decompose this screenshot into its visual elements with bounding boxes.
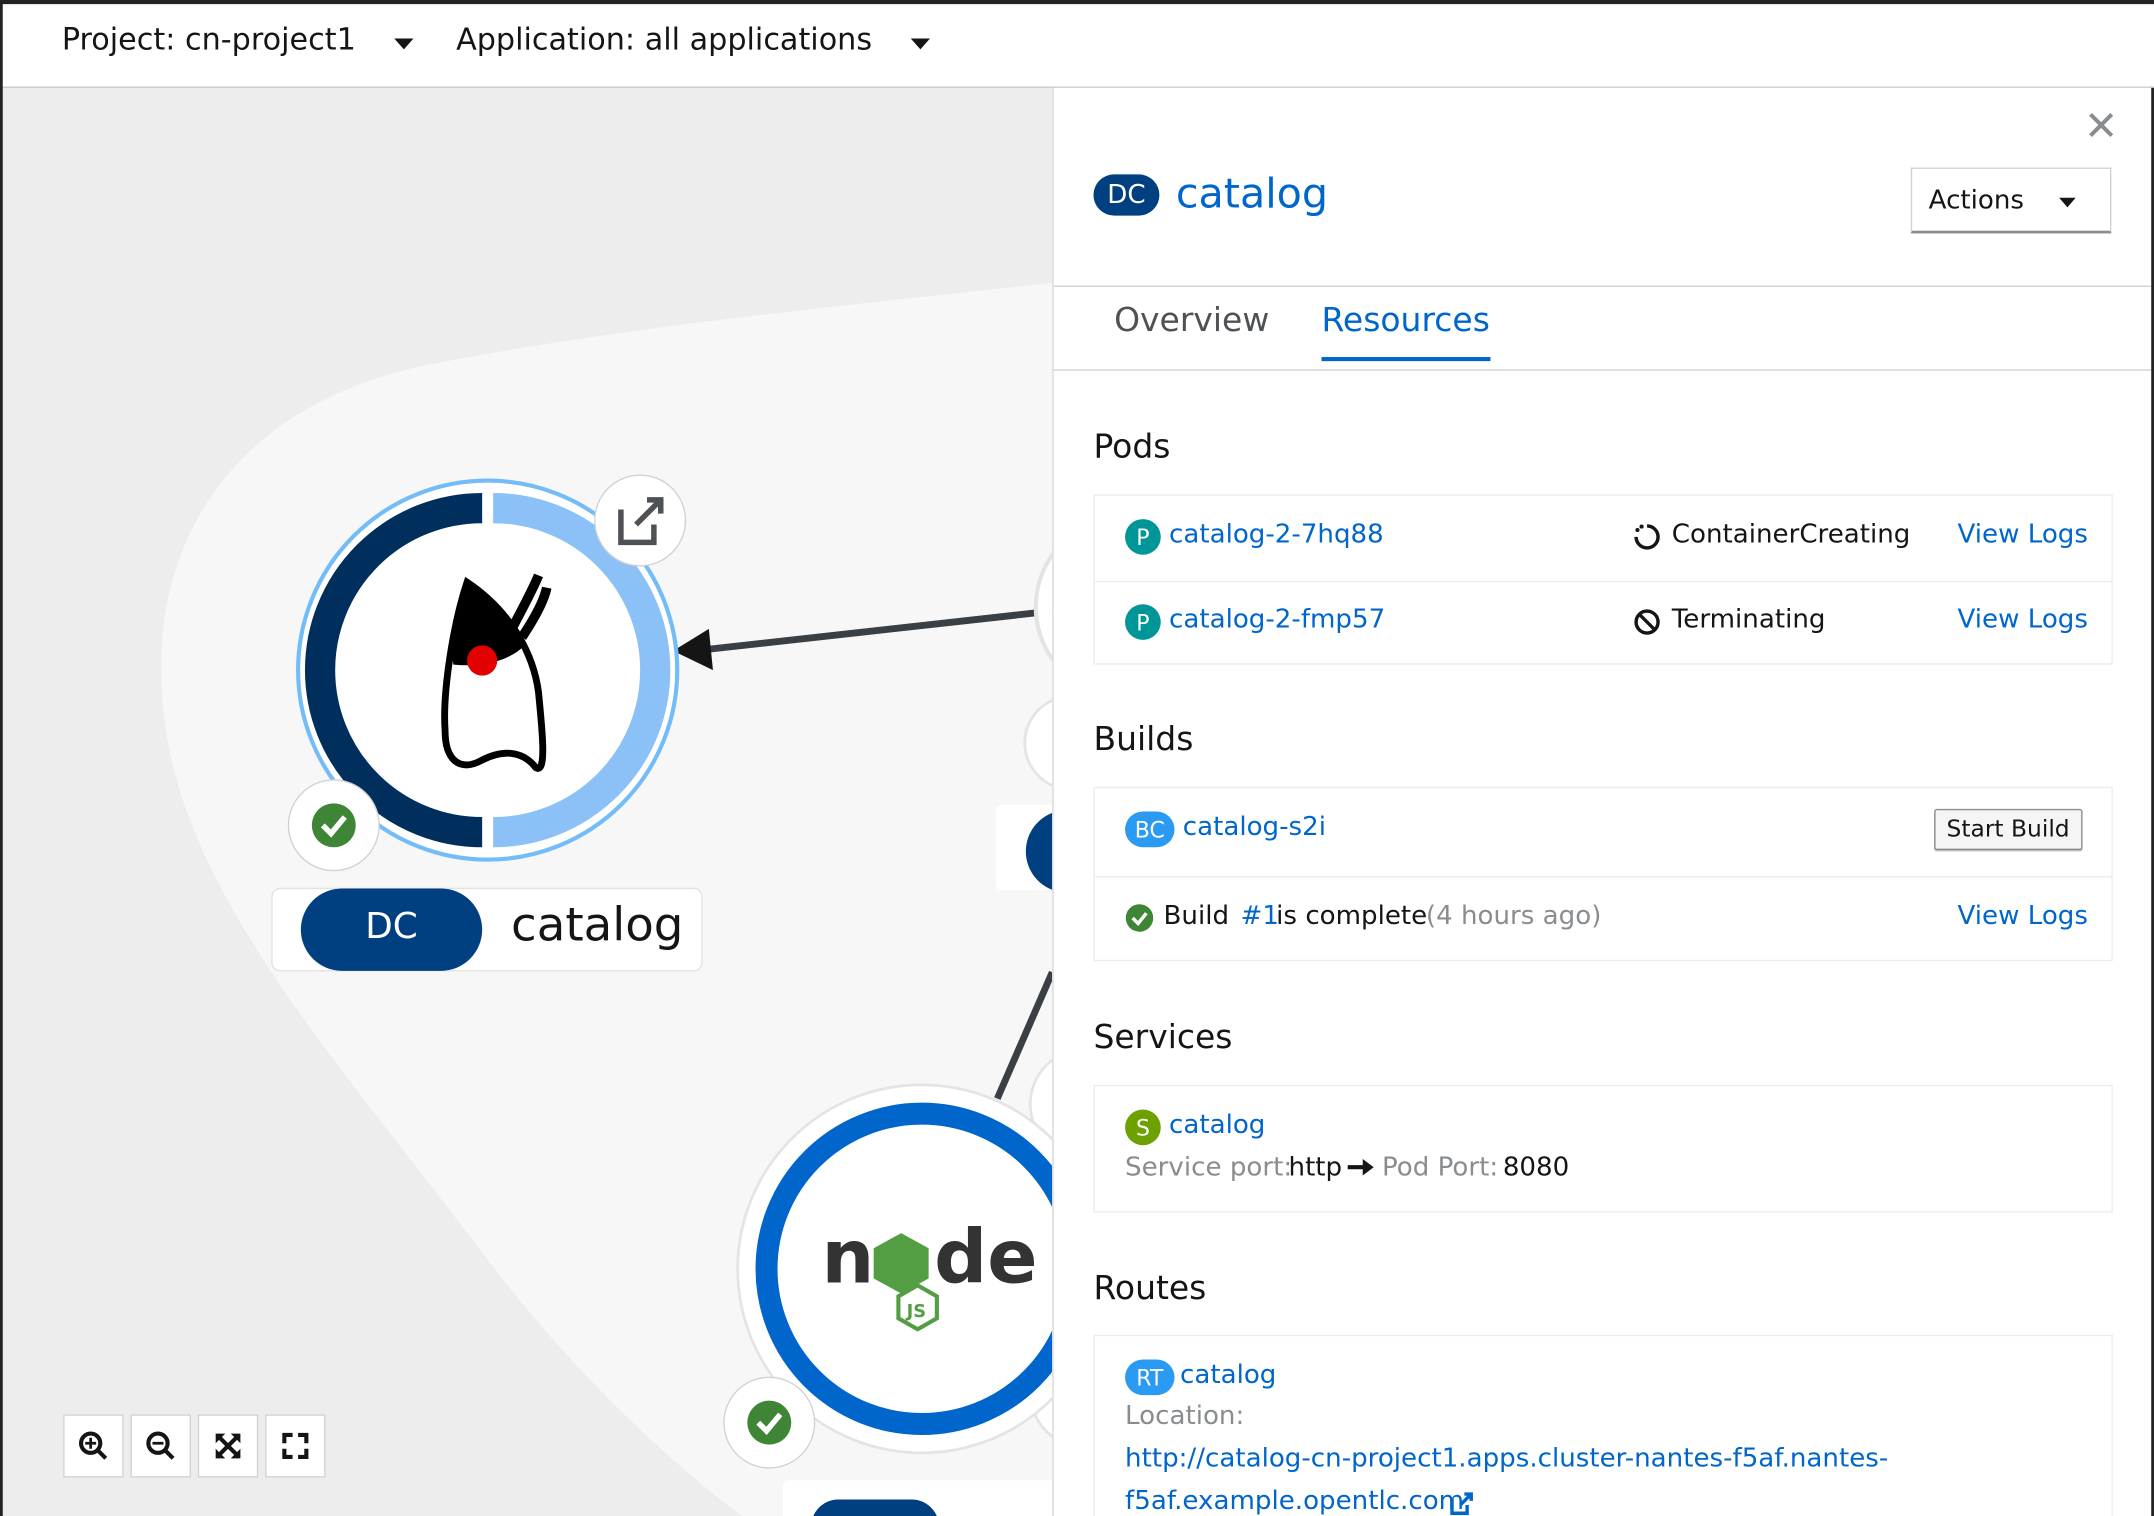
pods-list: P catalog-2-7hq88 ContainerCreating View… bbox=[1093, 494, 2113, 666]
svg-text:de: de bbox=[934, 1215, 1037, 1301]
pod-row: P catalog-2-fmp57 Terminating View Logs bbox=[1094, 580, 2112, 666]
build-config-link[interactable]: catalog-s2i bbox=[1183, 812, 1326, 842]
build-status: is complete bbox=[1276, 900, 1428, 932]
routes-heading: Routes bbox=[1093, 1268, 1207, 1308]
routes-list: RT catalog Location: http://catalog-cn-p… bbox=[1093, 1334, 2113, 1516]
zoom-in-button[interactable] bbox=[63, 1414, 124, 1478]
topology-canvas[interactable]: n de JS DC catalog bbox=[0, 87, 1053, 1516]
route-url-line2[interactable]: f5af.example.opentlc.com bbox=[1125, 1486, 1464, 1516]
arrow-right-icon bbox=[1347, 1158, 1374, 1176]
window-border bbox=[0, 0, 3, 1516]
pod-port-value: 8080 bbox=[1502, 1152, 1570, 1183]
actions-dropdown[interactable]: Actions bbox=[1910, 167, 2112, 234]
service-port-value: http bbox=[1288, 1152, 1343, 1183]
resource-title-link[interactable]: catalog bbox=[1176, 170, 1328, 218]
project-selector[interactable]: Project: cn-project1 bbox=[61, 23, 414, 58]
panel-tabs: Overview Resources bbox=[1053, 285, 2152, 371]
bc-badge: BC bbox=[1125, 811, 1175, 848]
success-check-icon bbox=[311, 803, 356, 848]
external-link-icon bbox=[1450, 1492, 1473, 1515]
svg-text:n: n bbox=[821, 1215, 875, 1301]
services-heading: Services bbox=[1093, 1017, 1233, 1056]
pods-heading: Pods bbox=[1093, 427, 1171, 466]
resource-side-panel: ✕ DC catalog Actions Overview Resources … bbox=[1052, 87, 2152, 1516]
in-progress-icon bbox=[1634, 524, 1660, 550]
tab-resources[interactable]: Resources bbox=[1321, 301, 1490, 362]
actions-label: Actions bbox=[1928, 184, 2025, 215]
fit-to-screen-button[interactable] bbox=[197, 1414, 259, 1478]
pod-link[interactable]: catalog-2-7hq88 bbox=[1169, 519, 1384, 549]
route-badge: RT bbox=[1125, 1359, 1175, 1396]
view-logs-link[interactable]: View Logs bbox=[1958, 901, 2088, 931]
expand-arrows-icon bbox=[215, 1433, 241, 1459]
chevron-down-icon bbox=[910, 37, 930, 49]
pod-link[interactable]: catalog-2-fmp57 bbox=[1169, 604, 1385, 634]
pod-status: ContainerCreating bbox=[1671, 519, 1911, 550]
panel-title: DC catalog bbox=[1093, 170, 1328, 218]
pod-badge: P bbox=[1125, 604, 1161, 640]
build-config-row: BC catalog-s2i Start Build bbox=[1095, 788, 2112, 876]
build-time: (4 hours ago) bbox=[1425, 900, 1602, 932]
view-logs-link[interactable]: View Logs bbox=[1958, 519, 2088, 549]
location-label: Location: bbox=[1125, 1400, 1245, 1431]
svg-text:JS: JS bbox=[906, 1301, 927, 1322]
application-selector-label: Application: all applications bbox=[456, 23, 873, 58]
close-icon[interactable]: ✕ bbox=[2084, 106, 2119, 148]
build-label: Build bbox=[1163, 900, 1230, 932]
service-badge: S bbox=[1125, 1109, 1161, 1146]
ban-icon bbox=[1634, 609, 1660, 635]
tab-overview[interactable]: Overview bbox=[1114, 301, 1269, 357]
success-check-icon bbox=[1125, 904, 1154, 932]
service-link[interactable]: catalog bbox=[1169, 1110, 1265, 1140]
application-selector[interactable]: Application: all applications bbox=[456, 23, 930, 58]
start-build-button[interactable]: Start Build bbox=[1934, 808, 2082, 851]
build-number-link[interactable]: #1 bbox=[1240, 901, 1278, 931]
zoom-in-icon bbox=[78, 1431, 108, 1460]
context-bar: Project: cn-project1 Application: all ap… bbox=[0, 0, 2154, 88]
builds-heading: Builds bbox=[1093, 719, 1194, 759]
zoom-out-button[interactable] bbox=[130, 1414, 191, 1478]
service-port-label: Service port: bbox=[1125, 1152, 1293, 1183]
view-logs-link[interactable]: View Logs bbox=[1958, 604, 2088, 634]
route-link[interactable]: catalog bbox=[1180, 1359, 1276, 1389]
route-url-line1[interactable]: http://catalog-cn-project1.apps.cluster-… bbox=[1125, 1443, 1888, 1473]
dc-badge: DC bbox=[1093, 173, 1160, 215]
builds-list: BC catalog-s2i Start Build Build #1 is c… bbox=[1093, 786, 2113, 963]
build-row: Build #1 is complete (4 hours ago) View … bbox=[1094, 876, 2112, 963]
zoom-toolbar bbox=[63, 1414, 326, 1478]
success-check-icon-2 bbox=[747, 1400, 792, 1445]
pod-row: P catalog-2-7hq88 ContainerCreating View… bbox=[1095, 496, 2112, 581]
catalog-node-badge: DC bbox=[365, 906, 418, 948]
chevron-down-icon bbox=[394, 37, 414, 49]
pod-status: Terminating bbox=[1671, 604, 1826, 635]
catalog-node-name[interactable]: catalog bbox=[511, 898, 683, 953]
zoom-out-icon bbox=[146, 1431, 175, 1460]
project-selector-label: Project: cn-project1 bbox=[61, 23, 356, 58]
chevron-down-icon bbox=[2059, 197, 2077, 208]
fullscreen-icon bbox=[282, 1432, 309, 1460]
pod-port-label: Pod Port: bbox=[1381, 1152, 1499, 1183]
reset-view-button[interactable] bbox=[265, 1414, 326, 1478]
services-list: S catalog Service port: http Pod Port: 8… bbox=[1093, 1084, 2113, 1213]
pod-badge: P bbox=[1125, 519, 1161, 555]
